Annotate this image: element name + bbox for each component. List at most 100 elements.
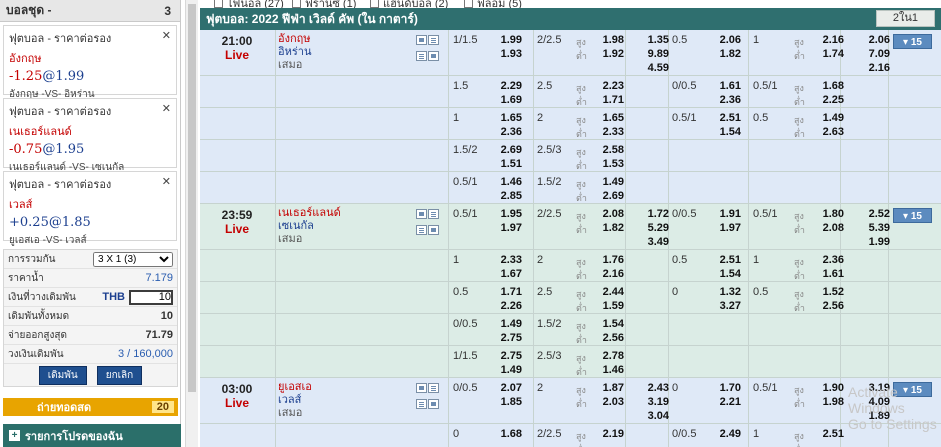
- home-team[interactable]: ยูเอสเอ: [278, 381, 312, 394]
- away-team[interactable]: เซเนกัล: [278, 220, 341, 233]
- ht-odds-away[interactable]: 1.82: [709, 48, 741, 60]
- odds-1x2-draw[interactable]: 3.49: [637, 236, 669, 248]
- filter-item[interactable]: ไฟนอล (27): [214, 0, 284, 8]
- ht-odds-over[interactable]: 2.36: [812, 254, 844, 266]
- odds-over[interactable]: 2.78: [592, 350, 624, 362]
- filter-item[interactable]: ฟรานซ์ (1): [292, 0, 356, 8]
- scrollbar-thumb[interactable]: [188, 4, 196, 392]
- odds-over[interactable]: 1.54: [592, 318, 624, 330]
- odds-home[interactable]: 1.95: [490, 208, 522, 220]
- ht-odds-under[interactable]: 1.98: [812, 396, 844, 408]
- odds-under[interactable]: 1.59: [592, 300, 624, 312]
- odds-1x2-away[interactable]: 5.29: [637, 222, 669, 234]
- checkbox-icon[interactable]: [214, 0, 223, 8]
- odds-home[interactable]: 2.29: [490, 80, 522, 92]
- away-team[interactable]: อิหร่าน: [278, 46, 311, 59]
- odds-over[interactable]: 1.49: [592, 176, 624, 188]
- odds-1x2-home[interactable]: 1.72: [637, 208, 669, 220]
- ht-odds-over[interactable]: 1.80: [812, 208, 844, 220]
- odds-home[interactable]: 2.07: [490, 382, 522, 394]
- ht-odds-over[interactable]: 1.49: [812, 112, 844, 124]
- odds-under[interactable]: 1.92: [592, 48, 624, 60]
- ht-odds-home[interactable]: 1.91: [709, 208, 741, 220]
- odds-under[interactable]: 2.56: [592, 332, 624, 344]
- odds-away[interactable]: 2.36: [490, 126, 522, 138]
- more-markets-button[interactable]: ▾ 15: [893, 208, 932, 223]
- info-icon[interactable]: [428, 399, 439, 409]
- ht-odds-away[interactable]: 1.54: [709, 268, 741, 280]
- tv-icon[interactable]: [416, 383, 427, 393]
- odds-home[interactable]: 1.99: [490, 34, 522, 46]
- odds-1x2-away[interactable]: 3.19: [637, 396, 669, 408]
- odds-under[interactable]: 1.82: [592, 222, 624, 234]
- ht-odds-home[interactable]: 2.49: [709, 428, 741, 440]
- close-icon[interactable]: ✕: [162, 102, 171, 115]
- odds-away[interactable]: 1.97: [490, 222, 522, 234]
- filter-item[interactable]: แฮนด์บอล (2): [370, 0, 448, 8]
- left-scrollbar[interactable]: [185, 0, 198, 447]
- ht-odds-under[interactable]: 1.61: [812, 268, 844, 280]
- home-team[interactable]: เนเธอร์แลนด์: [278, 207, 341, 220]
- tv-icon[interactable]: [416, 209, 427, 219]
- odds-over[interactable]: 2.58: [592, 144, 624, 156]
- odds-over[interactable]: 2.44: [592, 286, 624, 298]
- live-stream-bar[interactable]: ถ่ายทอดสด 20: [3, 398, 178, 416]
- stats-icon[interactable]: [428, 35, 439, 45]
- odds-under[interactable]: 2.16: [592, 268, 624, 280]
- odds-over[interactable]: 1.87: [592, 382, 624, 394]
- odds-home[interactable]: 1.49: [490, 318, 522, 330]
- odds-over[interactable]: 2.19: [592, 428, 624, 440]
- odds-home[interactable]: 1.46: [490, 176, 522, 188]
- ht-odds-under[interactable]: 2.56: [812, 300, 844, 312]
- league-header[interactable]: ฟุตบอล: 2022 ฟีฟ่า เวิลด์ คัพ (ใน กาตาร์…: [200, 8, 941, 30]
- ht-odds-over[interactable]: 2.16: [812, 34, 844, 46]
- stats-icon[interactable]: [428, 209, 439, 219]
- odds-away[interactable]: 2.85: [490, 190, 522, 202]
- info-icon[interactable]: [428, 225, 439, 235]
- odds-home[interactable]: 1.71: [490, 286, 522, 298]
- odds-1x2-home[interactable]: 1.35: [637, 34, 669, 46]
- ht-1x2-away[interactable]: 5.39: [858, 222, 890, 234]
- home-team[interactable]: อังกฤษ: [278, 33, 311, 46]
- odds-away[interactable]: 1.67: [490, 268, 522, 280]
- odds-away[interactable]: 2.75: [490, 332, 522, 344]
- odds-away[interactable]: 1.93: [490, 48, 522, 60]
- odds-over[interactable]: 1.65: [592, 112, 624, 124]
- ht-odds-over[interactable]: 1.52: [812, 286, 844, 298]
- odds-under[interactable]: 1.71: [592, 94, 624, 106]
- odds-1x2-draw[interactable]: 3.04: [637, 410, 669, 422]
- filter-item[interactable]: ฟลอม (5): [464, 0, 522, 8]
- odds-away[interactable]: 1.51: [490, 158, 522, 170]
- ht-odds-away[interactable]: 3.27: [709, 300, 741, 312]
- checkbox-icon[interactable]: [370, 0, 379, 8]
- ht-1x2-draw[interactable]: 2.16: [858, 62, 890, 74]
- odds-away[interactable]: 1.49: [490, 364, 522, 376]
- odds-under[interactable]: 2.03: [592, 396, 624, 408]
- odds-away[interactable]: 1.69: [490, 94, 522, 106]
- ht-odds-over[interactable]: 1.68: [812, 80, 844, 92]
- close-icon[interactable]: ✕: [162, 175, 171, 188]
- odds-over[interactable]: 2.08: [592, 208, 624, 220]
- ht-1x2-away[interactable]: 7.09: [858, 48, 890, 60]
- bet-slip-header[interactable]: บอลชุด - 3: [0, 0, 180, 22]
- ht-odds-home[interactable]: 2.06: [709, 34, 741, 46]
- cancel-button[interactable]: ยกเลิก: [96, 365, 143, 385]
- ht-odds-over[interactable]: 1.90: [812, 382, 844, 394]
- odds-1x2-home[interactable]: 2.43: [637, 382, 669, 394]
- ht-odds-home[interactable]: 1.61: [709, 80, 741, 92]
- odds-home[interactable]: 1.65: [490, 112, 522, 124]
- ht-odds-over[interactable]: 2.51: [812, 428, 844, 440]
- ht-odds-under[interactable]: 2.25: [812, 94, 844, 106]
- ht-odds-under[interactable]: 2.08: [812, 222, 844, 234]
- ht-1x2-home[interactable]: 2.06: [858, 34, 890, 46]
- ht-odds-home[interactable]: 2.51: [709, 254, 741, 266]
- odds-home[interactable]: 1.68: [490, 428, 522, 440]
- combo-select[interactable]: 3 X 1 (3): [93, 251, 173, 267]
- odds-over[interactable]: 2.23: [592, 80, 624, 92]
- tv-icon[interactable]: [416, 35, 427, 45]
- ht-odds-away[interactable]: 2.21: [709, 396, 741, 408]
- favorites-bar[interactable]: + รายการโปรดของฉัน: [3, 424, 181, 447]
- odds-home[interactable]: 2.33: [490, 254, 522, 266]
- view-toggle-button[interactable]: 2ใน1: [876, 10, 935, 27]
- place-bet-button[interactable]: เดิมพัน: [38, 365, 87, 385]
